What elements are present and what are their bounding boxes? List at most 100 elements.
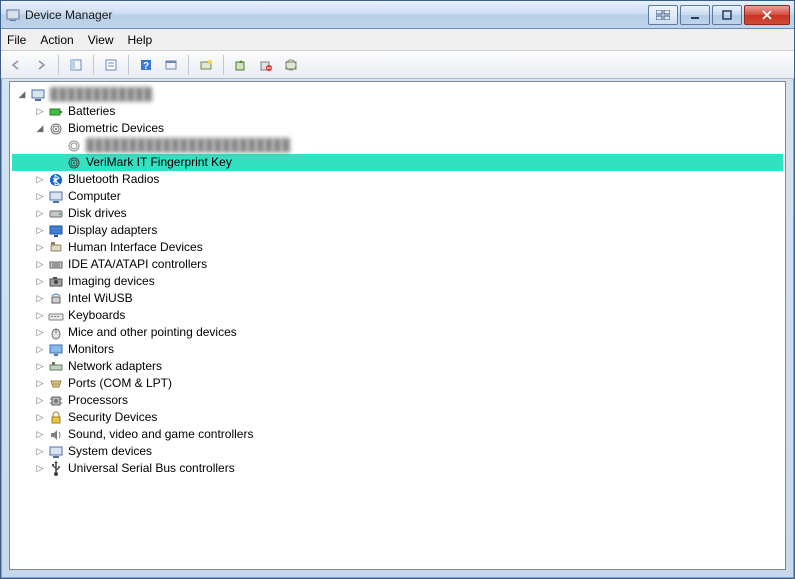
window-title: Device Manager <box>25 8 646 22</box>
tree-item-hid[interactable]: ▷ Human Interface Devices <box>12 239 783 256</box>
monitor-icon <box>48 342 64 358</box>
menu-file[interactable]: File <box>7 33 26 47</box>
tree-item-biometric[interactable]: ◢ Biometric Devices <box>12 120 783 137</box>
expand-icon[interactable]: ▷ <box>34 293 46 305</box>
tree-item-system[interactable]: ▷ System devices <box>12 443 783 460</box>
tree-root[interactable]: ◢ ████████████ <box>12 86 783 103</box>
expand-icon[interactable]: ▷ <box>34 191 46 203</box>
tree-label: Mice and other pointing devices <box>68 324 237 341</box>
tree-label: Disk drives <box>68 205 127 222</box>
tree-item-mice[interactable]: ▷ Mice and other pointing devices <box>12 324 783 341</box>
tree-root-label: ████████████ <box>50 86 152 103</box>
collapse-icon[interactable]: ◢ <box>34 123 46 135</box>
tree-item-sound[interactable]: ▷ Sound, video and game controllers <box>12 426 783 443</box>
computer-root-icon <box>30 87 46 103</box>
biometric-icon <box>48 121 64 137</box>
show-hide-tree-button[interactable] <box>65 54 87 76</box>
expand-icon[interactable]: ▷ <box>34 208 46 220</box>
expand-icon[interactable]: ▷ <box>34 361 46 373</box>
expand-icon[interactable]: ▷ <box>34 446 46 458</box>
bluetooth-icon <box>48 172 64 188</box>
collapse-icon[interactable]: ◢ <box>16 89 28 101</box>
disable-button[interactable] <box>280 54 302 76</box>
tree-item-bluetooth[interactable]: ▷ Bluetooth Radios <box>12 171 783 188</box>
tree-item-ports[interactable]: ▷ Ports (COM & LPT) <box>12 375 783 392</box>
expand-icon[interactable]: ▷ <box>34 378 46 390</box>
tree-label: Network adapters <box>68 358 162 375</box>
close-button[interactable] <box>744 5 790 25</box>
tree-item-security[interactable]: ▷ Security Devices <box>12 409 783 426</box>
back-button[interactable] <box>5 54 27 76</box>
menubar: File Action View Help <box>1 29 794 51</box>
expand-icon[interactable]: ▷ <box>34 327 46 339</box>
expand-icon[interactable]: ▷ <box>34 429 46 441</box>
device-tree[interactable]: ◢ ████████████ ▷ Batteries ◢ Biometric D… <box>10 82 785 481</box>
tree-item-computer[interactable]: ▷ Computer <box>12 188 783 205</box>
battery-icon <box>48 104 64 120</box>
disk-icon <box>48 206 64 222</box>
tree-item-intelwiusb[interactable]: ▷ Intel WiUSB <box>12 290 783 307</box>
action-button[interactable] <box>160 54 182 76</box>
tree-item-biometric-child-blurred[interactable]: ████████████████████████ <box>12 137 783 154</box>
tree-label: Imaging devices <box>68 273 155 290</box>
tree-item-batteries[interactable]: ▷ Batteries <box>12 103 783 120</box>
biometric-icon <box>66 138 82 154</box>
menu-help[interactable]: Help <box>128 33 153 47</box>
tree-label: System devices <box>68 443 152 460</box>
tree-label: Biometric Devices <box>68 120 164 137</box>
display-icon <box>48 223 64 239</box>
toolbar-separator <box>188 55 189 75</box>
properties-button[interactable] <box>100 54 122 76</box>
tree-item-monitors[interactable]: ▷ Monitors <box>12 341 783 358</box>
help-button[interactable]: ? <box>135 54 157 76</box>
port-icon <box>48 376 64 392</box>
tree-item-verimark[interactable]: VeriMark IT Fingerprint Key <box>12 154 783 171</box>
tree-item-disk[interactable]: ▷ Disk drives <box>12 205 783 222</box>
forward-button[interactable] <box>30 54 52 76</box>
menu-view[interactable]: View <box>88 33 114 47</box>
tree-label: ████████████████████████ <box>86 137 290 154</box>
expand-icon[interactable]: ▷ <box>34 463 46 475</box>
tree-label: Intel WiUSB <box>68 290 133 307</box>
scan-button[interactable] <box>195 54 217 76</box>
app-icon <box>5 7 21 23</box>
expand-icon[interactable]: ▷ <box>34 395 46 407</box>
spacer <box>52 157 64 169</box>
tree-item-ide[interactable]: ▷ IDE ATA/ATAPI controllers <box>12 256 783 273</box>
tree-item-display[interactable]: ▷ Display adapters <box>12 222 783 239</box>
tree-item-processors[interactable]: ▷ Processors <box>12 392 783 409</box>
tree-pane: ◢ ████████████ ▷ Batteries ◢ Biometric D… <box>9 81 786 570</box>
update-driver-button[interactable] <box>230 54 252 76</box>
toolbar-separator <box>128 55 129 75</box>
toolbar-separator <box>223 55 224 75</box>
expand-icon[interactable]: ▷ <box>34 174 46 186</box>
expand-icon[interactable]: ▷ <box>34 276 46 288</box>
minimize-button[interactable] <box>680 5 710 25</box>
svg-text:?: ? <box>143 61 149 72</box>
expand-icon[interactable]: ▷ <box>34 259 46 271</box>
hid-icon <box>48 240 64 256</box>
expand-icon[interactable]: ▷ <box>34 344 46 356</box>
expand-icon[interactable]: ▷ <box>34 310 46 322</box>
tree-item-imaging[interactable]: ▷ Imaging devices <box>12 273 783 290</box>
maximize-button[interactable] <box>712 5 742 25</box>
tree-label: VeriMark IT Fingerprint Key <box>86 154 232 171</box>
security-icon <box>48 410 64 426</box>
window-grid-button[interactable] <box>648 5 678 25</box>
expand-icon[interactable]: ▷ <box>34 412 46 424</box>
toolbar: ? <box>1 51 794 79</box>
tree-item-keyboards[interactable]: ▷ Keyboards <box>12 307 783 324</box>
ide-icon <box>48 257 64 273</box>
tree-label: Ports (COM & LPT) <box>68 375 172 392</box>
menu-action[interactable]: Action <box>40 33 73 47</box>
tree-label: Display adapters <box>68 222 157 239</box>
tree-item-usb[interactable]: ▷ Universal Serial Bus controllers <box>12 460 783 477</box>
tree-label: Keyboards <box>68 307 125 324</box>
uninstall-button[interactable] <box>255 54 277 76</box>
toolbar-separator <box>58 55 59 75</box>
tree-item-network[interactable]: ▷ Network adapters <box>12 358 783 375</box>
expand-icon[interactable]: ▷ <box>34 225 46 237</box>
expand-icon[interactable]: ▷ <box>34 242 46 254</box>
expand-icon[interactable]: ▷ <box>34 106 46 118</box>
mouse-icon <box>48 325 64 341</box>
